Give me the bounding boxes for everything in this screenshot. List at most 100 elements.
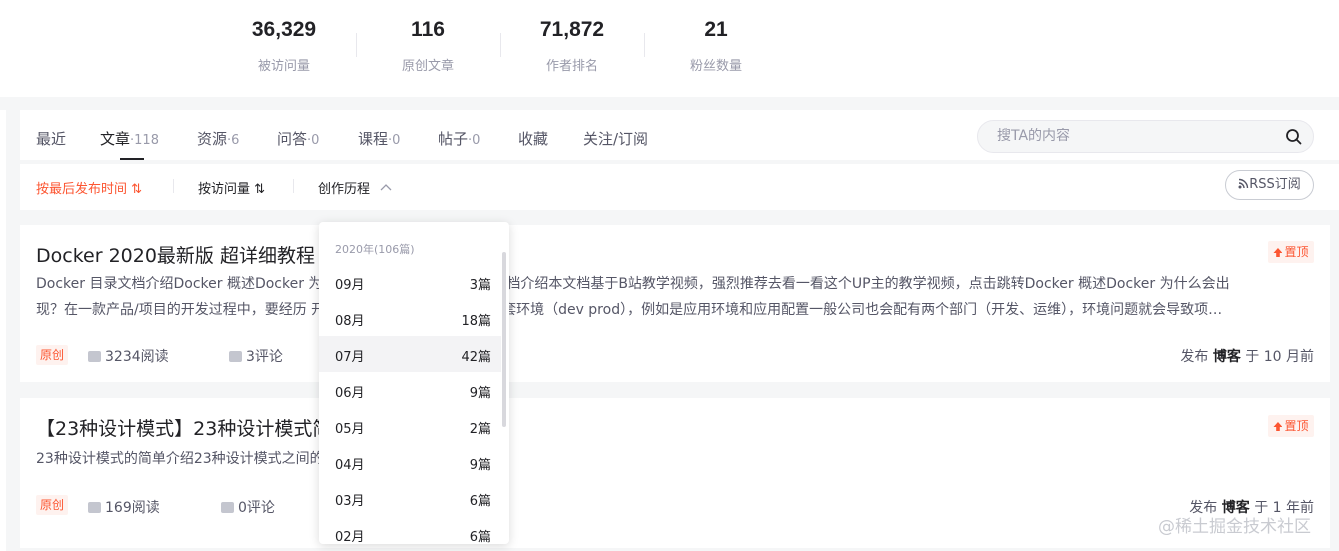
pinned-badge: 置顶: [1268, 415, 1314, 437]
rss-subscribe-button[interactable]: RSS订阅: [1225, 170, 1314, 200]
eye-icon: [88, 351, 101, 362]
creation-history-dropdown[interactable]: 2020年(106篇) 09月 3篇 08月 18篇 07月 42篇 06月 9篇 05…: [319, 222, 509, 544]
stat-label: 原创文章: [401, 59, 454, 74]
chevron-up-icon: [380, 184, 392, 191]
tab-label: 关注/订阅: [583, 130, 649, 148]
left-panel-edge: [0, 110, 6, 551]
stat-visits[interactable]: 36,329 被访问量: [212, 16, 356, 74]
stat-value: 116: [411, 18, 445, 41]
original-badge: 原创: [36, 495, 69, 515]
tab-courses[interactable]: 课程·0: [358, 128, 400, 149]
creation-history-label: 创作历程: [318, 182, 371, 197]
read-count: 169阅读: [88, 497, 160, 517]
active-tab-indicator: [120, 158, 144, 160]
stat-label: 作者排名: [545, 59, 598, 74]
year-header: 2020年(106篇): [335, 243, 415, 256]
rss-icon: [1238, 178, 1249, 189]
tab-follow[interactable]: 关注/订阅: [583, 128, 648, 149]
pinned-badge: 置顶: [1268, 241, 1314, 263]
article-card[interactable]: Docker 2020最新版 超详细教程 置顶 Docker 目录文档介绍Doc…: [20, 225, 1330, 382]
article-summary: 现？在一款产品/项目的开发过程中，要经历 开发 上线 两套环境，就会有两套环境（…: [36, 302, 1223, 318]
stat-value: 71,872: [539, 18, 605, 41]
tab-label: 收藏: [518, 130, 549, 148]
publish-time: 于 10 月前: [1245, 349, 1314, 365]
publish-info: 发布 博客 于 10 月前: [1180, 346, 1314, 366]
comment-count[interactable]: 0评论: [221, 497, 275, 517]
month-label: 04月: [335, 458, 365, 473]
month-item[interactable]: 09月 3篇: [319, 264, 501, 300]
tab-articles[interactable]: 文章·118: [100, 128, 159, 149]
publish-prefix: 发布: [1180, 349, 1209, 365]
stat-value: 21: [704, 18, 728, 41]
tab-label: 课程: [358, 130, 389, 148]
month-label: 02月: [335, 530, 365, 544]
eye-icon: [88, 502, 101, 513]
month-label: 07月: [335, 350, 365, 365]
tab-count: ·0: [468, 133, 481, 148]
stat-label: 被访问量: [257, 59, 310, 74]
month-label: 06月: [335, 386, 365, 401]
stat-articles[interactable]: 116 原创文章: [356, 16, 500, 74]
tab-posts[interactable]: 帖子·0: [438, 128, 480, 149]
article-summary: 23种设计模式的简单介绍23种设计模式之间的关系: [36, 451, 352, 467]
article-title[interactable]: 【23种设计模式】23种设计模式简介: [36, 414, 350, 441]
month-item[interactable]: 08月 18篇: [319, 300, 501, 336]
divider: [173, 179, 174, 193]
pin-icon: [1273, 422, 1283, 431]
month-item[interactable]: 06月 9篇: [319, 372, 501, 408]
search-input[interactable]: [997, 128, 1267, 144]
dropdown-scrollbar[interactable]: [502, 252, 506, 427]
original-badge: 原创: [36, 345, 69, 365]
stat-rank[interactable]: 71,872 作者排名: [500, 16, 644, 74]
pin-icon: [1273, 248, 1283, 257]
month-item[interactable]: 03月 6篇: [319, 480, 501, 516]
tab-count: ·0: [388, 133, 401, 148]
tab-recent[interactable]: 最近: [36, 128, 66, 149]
tab-label: 资源: [197, 130, 228, 148]
article-card[interactable]: 【23种设计模式】23种设计模式简介 置顶 23种设计模式的简单介绍23种设计模…: [20, 398, 1330, 548]
month-label: 09月: [335, 278, 365, 293]
month-item-highlighted[interactable]: 07月 42篇: [319, 336, 501, 372]
month-label: 03月: [335, 494, 365, 509]
creation-history-toggle[interactable]: 创作历程: [318, 178, 392, 197]
month-item[interactable]: 02月 6篇: [319, 516, 501, 544]
tab-count: ·0: [307, 133, 320, 148]
comment-icon: [229, 351, 242, 362]
month-item[interactable]: 05月 2篇: [319, 408, 501, 444]
tab-favorites[interactable]: 收藏: [518, 128, 548, 149]
tab-count: ·118: [130, 133, 159, 148]
month-count: 9篇: [469, 386, 491, 401]
sort-by-publish-time[interactable]: 按最后发布时间 ⇅: [36, 178, 142, 197]
tab-label: 问答: [277, 130, 308, 148]
stats-header: 36,329 被访问量 116 原创文章 71,872 作者排名 21 粉丝数量: [0, 0, 1339, 97]
tab-resources[interactable]: 资源·6: [197, 128, 239, 149]
stat-fans[interactable]: 21 粉丝数量: [644, 16, 788, 74]
month-count: 9篇: [469, 458, 491, 473]
comment-icon: [221, 502, 234, 513]
sort-by-visits[interactable]: 按访问量 ⇅: [198, 178, 265, 197]
article-title[interactable]: Docker 2020最新版 超详细教程: [36, 241, 315, 268]
rss-label: RSS订阅: [1249, 177, 1301, 192]
read-count-text: 3234阅读: [105, 349, 169, 365]
divider: [293, 179, 294, 193]
read-count-text: 169阅读: [105, 500, 160, 516]
tab-qa[interactable]: 问答·0: [277, 128, 319, 149]
month-count: 2篇: [469, 422, 491, 437]
month-label: 05月: [335, 422, 365, 437]
month-count: 42篇: [461, 350, 491, 365]
read-count: 3234阅读: [88, 346, 169, 366]
watermark: @稀土掘金技术社区: [1158, 517, 1311, 537]
pinned-label: 置顶: [1284, 419, 1309, 433]
month-label: 08月: [335, 314, 365, 329]
search-icon[interactable]: [1285, 128, 1303, 146]
tab-label: 帖子: [438, 130, 469, 148]
month-count: 6篇: [469, 494, 491, 509]
stat-value: 36,329: [251, 18, 317, 41]
article-summary: Docker 目录文档介绍Docker 概述Docker 为什么会出现 Dock…: [36, 276, 1230, 292]
tab-label: 最近: [36, 130, 67, 148]
search-box[interactable]: [977, 120, 1314, 153]
comment-count[interactable]: 3评论: [229, 346, 283, 366]
comment-count-text: 0评论: [238, 500, 275, 516]
month-item[interactable]: 04月 9篇: [319, 444, 501, 480]
stat-label: 粉丝数量: [689, 59, 742, 74]
